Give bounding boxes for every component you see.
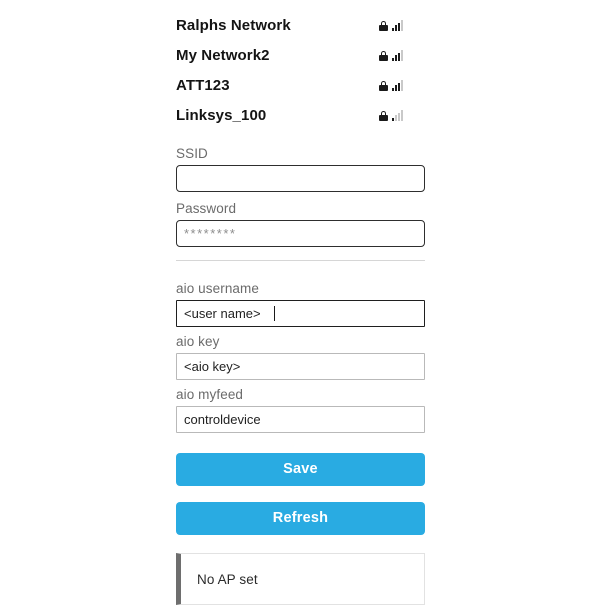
section-divider [176, 260, 425, 261]
aio-username-field-group: aio username [176, 279, 425, 327]
network-status-icons [379, 109, 425, 121]
list-item[interactable]: Ralphs Network [176, 10, 425, 40]
aio-myfeed-field-group: aio myfeed [176, 385, 425, 433]
network-status-icons [379, 19, 425, 31]
aio-key-field-group: aio key [176, 332, 425, 380]
aio-myfeed-input[interactable] [176, 406, 425, 433]
aio-username-input[interactable] [176, 300, 425, 327]
aio-settings-form: aio username aio key aio myfeed [176, 279, 425, 433]
refresh-button[interactable]: Refresh [176, 502, 425, 535]
signal-bars-icon [392, 109, 403, 121]
aio-myfeed-label: aio myfeed [176, 387, 244, 402]
network-status-icons [379, 49, 425, 61]
network-ssid-label: Ralphs Network [176, 16, 291, 34]
save-button[interactable]: Save [176, 453, 425, 486]
aio-username-label: aio username [176, 281, 259, 296]
aio-key-input[interactable] [176, 353, 425, 380]
lock-icon [379, 110, 388, 121]
signal-bars-icon [392, 19, 403, 31]
ssid-field-group: SSID [176, 144, 425, 192]
password-label: Password [176, 201, 237, 216]
lock-icon [379, 50, 388, 61]
signal-bars-icon [392, 79, 403, 91]
status-alert: No AP set [176, 553, 425, 605]
status-message: No AP set [197, 571, 258, 587]
lock-icon [379, 80, 388, 91]
password-input[interactable] [176, 220, 425, 247]
list-item[interactable]: My Network2 [176, 40, 425, 70]
password-field-group: Password [176, 199, 425, 247]
list-item[interactable]: ATT123 [176, 70, 425, 100]
network-ssid-label: My Network2 [176, 46, 270, 64]
aio-key-label: aio key [176, 334, 220, 349]
network-status-icons [379, 79, 425, 91]
lock-icon [379, 20, 388, 31]
ssid-label: SSID [176, 146, 208, 161]
wifi-config-page: Ralphs Network My Network2 ATT123 Linksy… [0, 0, 600, 605]
ssid-input[interactable] [176, 165, 425, 192]
config-panel: Ralphs Network My Network2 ATT123 Linksy… [176, 0, 425, 605]
list-item[interactable]: Linksys_100 [176, 100, 425, 130]
text-caret [274, 306, 275, 321]
network-ssid-label: ATT123 [176, 76, 230, 94]
signal-bars-icon [392, 49, 403, 61]
network-scan-list: Ralphs Network My Network2 ATT123 Linksy… [176, 0, 425, 130]
wifi-credentials-form: SSID Password [176, 144, 425, 261]
network-ssid-label: Linksys_100 [176, 106, 267, 124]
